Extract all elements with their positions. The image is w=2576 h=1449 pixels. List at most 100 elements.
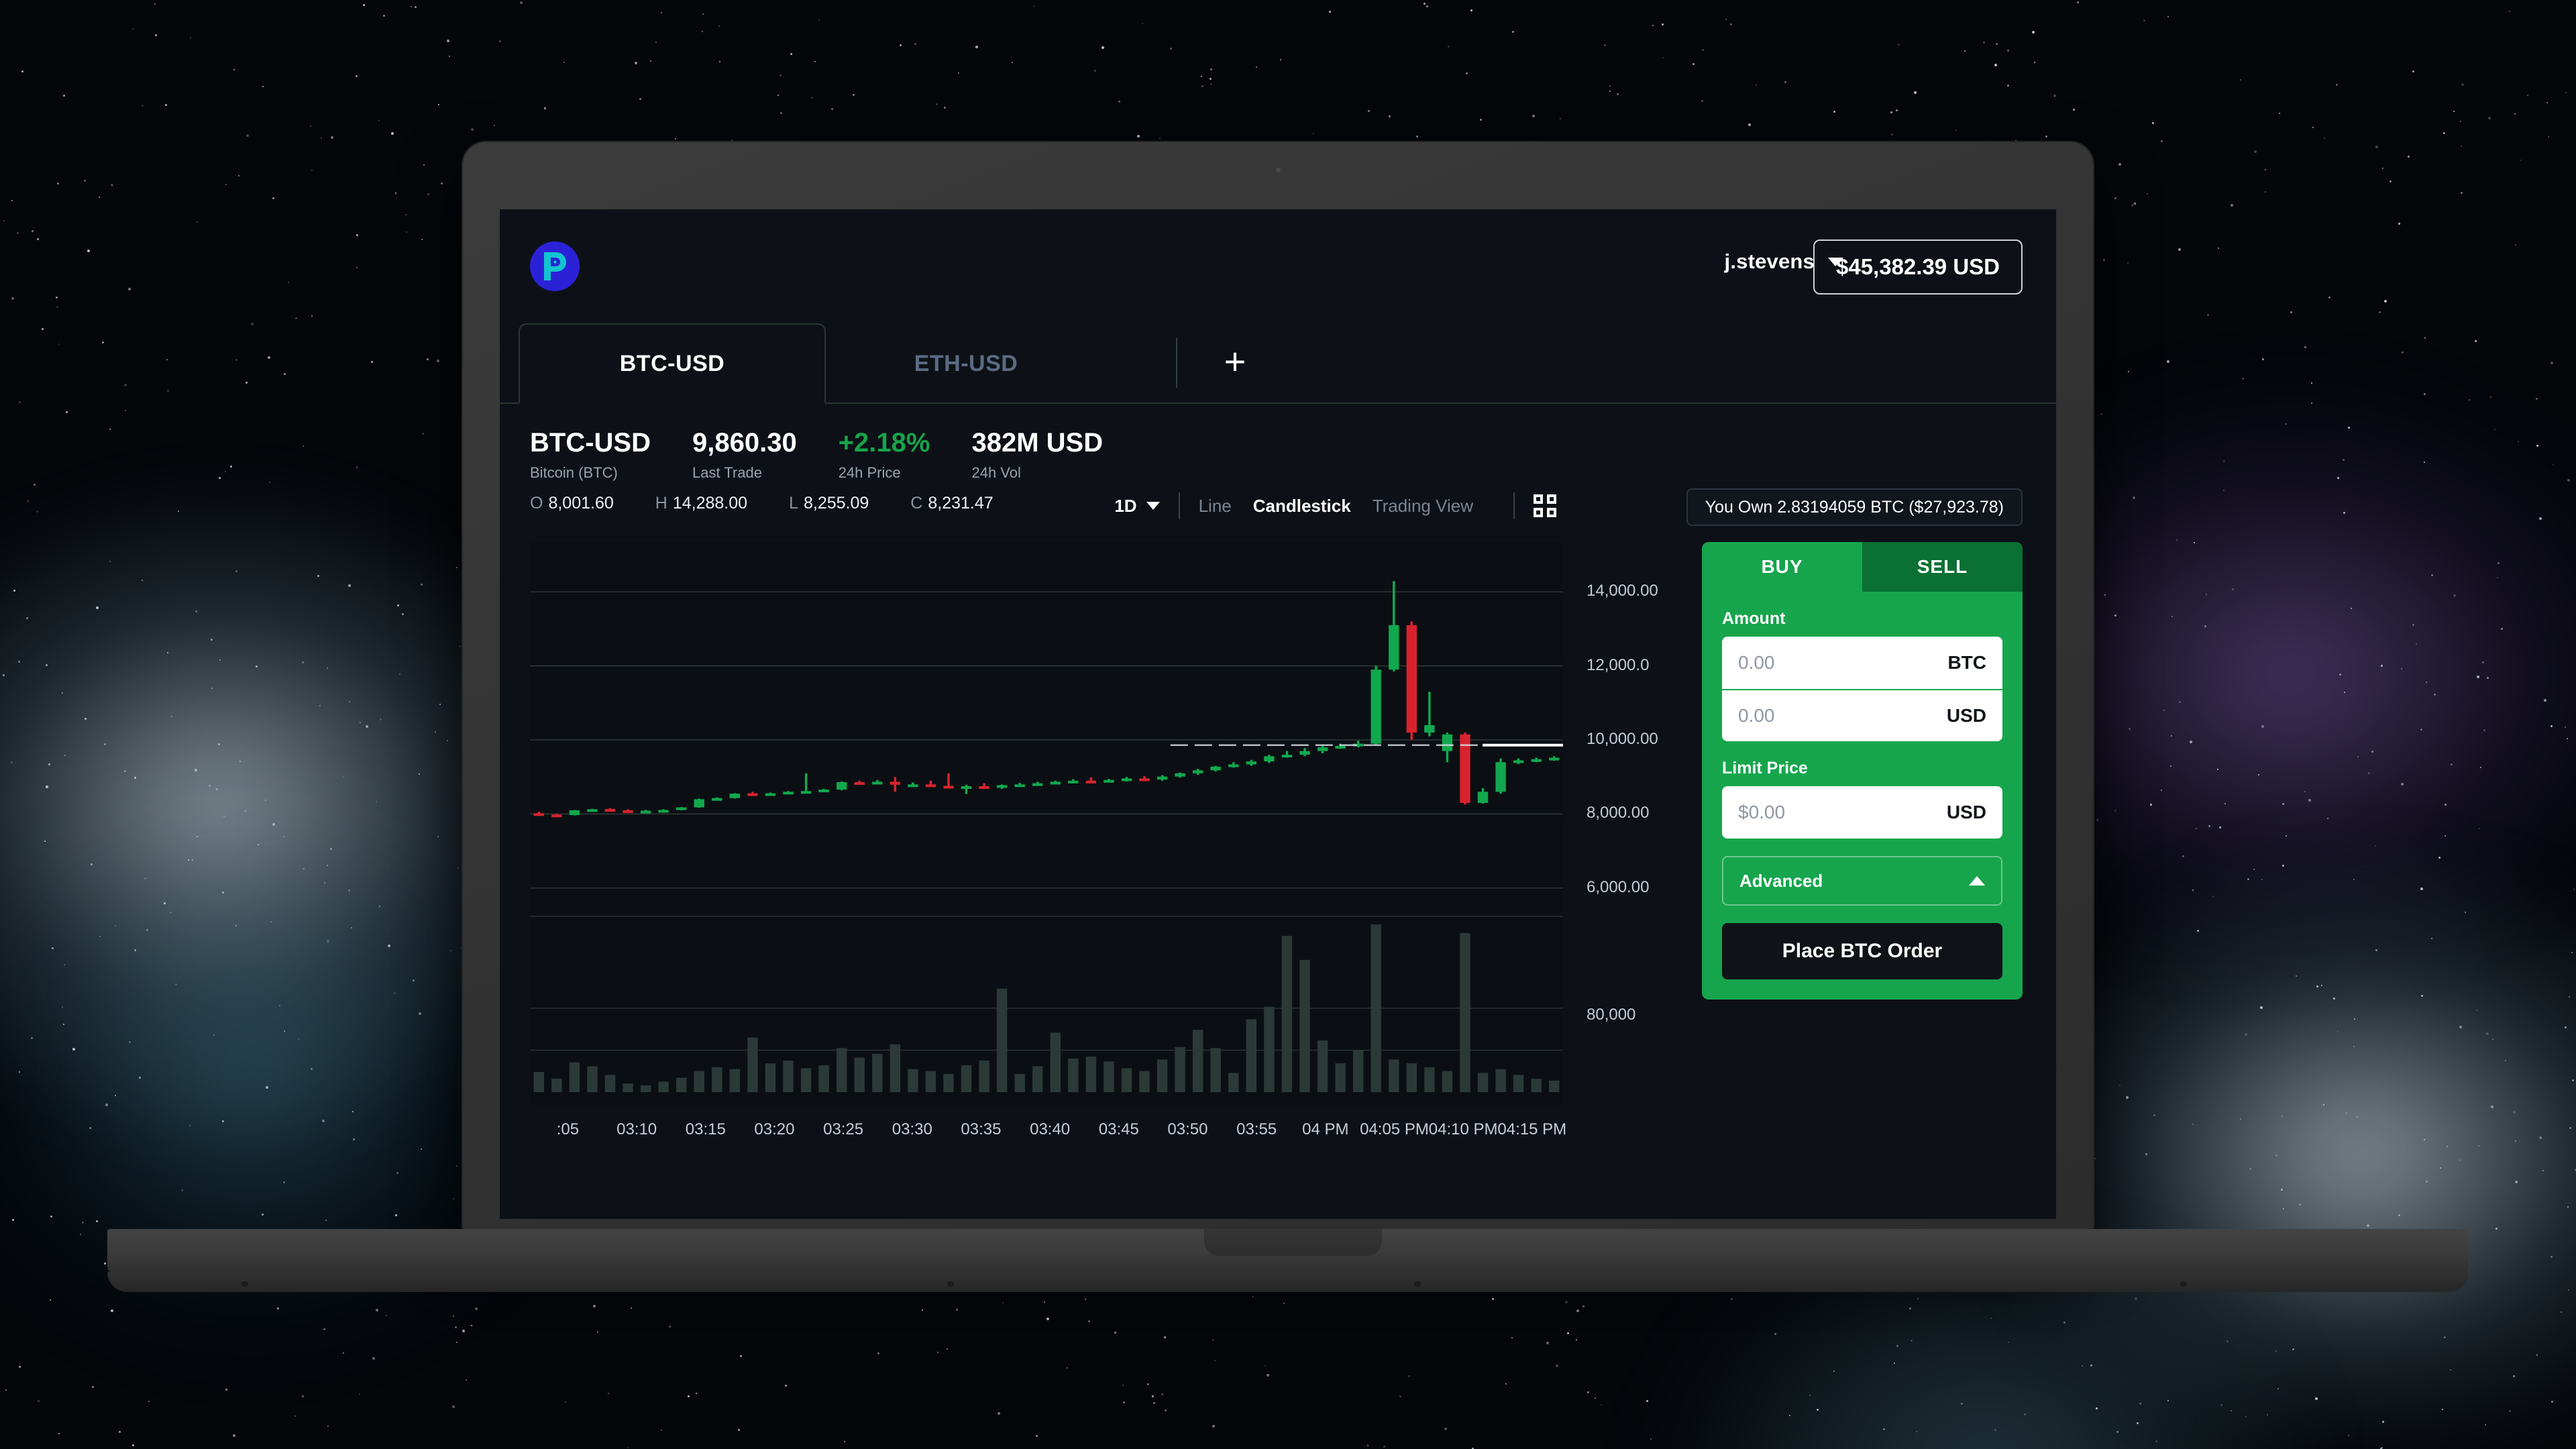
you-own-button[interactable]: You Own 2.83194059 BTC ($27,923.78)	[1686, 488, 2023, 526]
limit-price-input-group: $0.00 USD	[1722, 786, 2002, 839]
tab-eth-usd[interactable]: ETH-USD	[835, 323, 1097, 404]
amount-usd-input[interactable]: 0.00 USD	[1722, 689, 2002, 741]
limit-price-label: Limit Price	[1722, 759, 1808, 777]
amount-input-group: 0.00 BTC 0.00 USD	[1722, 637, 2002, 741]
ohlc-close: C 8,231.47	[910, 494, 993, 513]
timeframe-value: 1D	[1114, 495, 1137, 516]
scene: j.stevens $45,382.39 USD BTC-USD ETH-USD…	[0, 0, 2576, 1449]
x-axis-tick: 03:25	[823, 1120, 864, 1138]
y-axis-tick: 6,000.00	[1587, 877, 1650, 896]
amount-label: Amount	[1722, 609, 1786, 628]
x-axis-tick: 03:20	[754, 1120, 795, 1138]
x-axis-tick: 03:40	[1030, 1120, 1071, 1138]
amount-usd-unit: USD	[1946, 705, 1986, 726]
pattern-p-logo-icon	[530, 241, 580, 291]
limit-price-input[interactable]: $0.00 USD	[1722, 786, 2002, 839]
order-tabs: BUY SELL	[1702, 542, 2023, 592]
summary-pair-value: BTC-USD	[530, 428, 651, 458]
summary-24h-price-value: +2.18%	[838, 428, 930, 458]
x-axis-tick: 03:35	[961, 1120, 1002, 1138]
amount-btc-unit: BTC	[1947, 652, 1986, 673]
summary-24h-price-label: 24h Price	[838, 464, 901, 481]
chart-type-candlestick[interactable]: Candlestick	[1253, 496, 1351, 517]
volume-axis-tick: 80,000	[1587, 1005, 1636, 1024]
amount-usd-placeholder: 0.00	[1738, 705, 1775, 726]
x-axis-tick: 04:05 PM	[1360, 1120, 1429, 1138]
summary-pair-label: Bitcoin (BTC)	[530, 464, 618, 481]
chevron-down-icon	[1146, 502, 1160, 510]
laptop-foot	[947, 1281, 954, 1287]
summary-pair: BTC-USD Bitcoin (BTC)	[530, 428, 651, 483]
balance-button[interactable]: $45,382.39 USD	[1813, 239, 2023, 294]
x-axis-tick: 03:55	[1236, 1120, 1277, 1138]
laptop-foot	[1414, 1281, 1421, 1287]
summary-24h-vol-label: 24h Vol	[971, 464, 1021, 481]
summary-last-trade-value: 9,860.30	[692, 428, 797, 458]
order-tab-buy[interactable]: BUY	[1702, 542, 1862, 592]
ticker-summary: BTC-USD Bitcoin (BTC) 9,860.30 Last Trad…	[500, 404, 2056, 483]
ohlc-low-value: 8,255.09	[803, 494, 869, 513]
place-order-button[interactable]: Place BTC Order	[1722, 923, 2002, 979]
ohlc-high: H 14,288.00	[655, 494, 747, 513]
timeframe-select[interactable]: 1D	[1114, 495, 1160, 517]
ohlc-open-value: 8,001.60	[548, 494, 614, 513]
amount-btc-placeholder: 0.00	[1738, 652, 1775, 673]
chart-area: 14,000.00 12,000.0 10,000.00 8,000.00 6,000.…	[500, 535, 2056, 1213]
tabs-divider	[1176, 338, 1177, 388]
y-axis-tick: 8,000.00	[1587, 804, 1650, 822]
chart-svg	[530, 581, 1563, 1092]
summary-24h-vol: 382M USD 24h Vol	[971, 428, 1103, 483]
summary-24h-vol-value: 382M USD	[971, 428, 1104, 458]
fullscreen-icon[interactable]	[1534, 494, 1556, 517]
y-axis-tick: 10,000.00	[1587, 730, 1658, 749]
chart-type-line[interactable]: Line	[1199, 496, 1232, 517]
tab-btc-usd[interactable]: BTC-USD	[519, 323, 826, 404]
x-axis-tick: 03:45	[1098, 1120, 1139, 1138]
laptop-base-notch	[1204, 1229, 1382, 1256]
chevron-up-icon	[1969, 876, 1985, 885]
chart-controls: 1D Line Candlestick Trading View	[1114, 492, 1556, 519]
candlestick-chart[interactable]	[530, 542, 1563, 1106]
toolbar-divider-2	[1513, 492, 1515, 519]
x-axis-tick: 04:10 PM	[1428, 1120, 1498, 1138]
advanced-toggle[interactable]: Advanced	[1722, 856, 2002, 906]
ohlc-low-key: L	[789, 494, 798, 513]
summary-last-trade-label: Last Trade	[692, 464, 762, 481]
order-tab-sell[interactable]: SELL	[1862, 542, 2023, 592]
ohlc-open: O 8,001.60	[530, 494, 614, 513]
toolbar-divider-1	[1178, 492, 1180, 519]
chart-type-trading-view[interactable]: Trading View	[1373, 496, 1473, 517]
laptop-base-lip	[107, 1272, 2469, 1292]
chart-toolbar: O 8,001.60 H 14,288.00 L 8,255.09 C 8,231.47…	[500, 483, 2056, 535]
amount-btc-input[interactable]: 0.00 BTC	[1722, 637, 2002, 689]
chart-x-axis: :05 03:10 03:15 03:20 03:25 03:30 03:35 03:40 03…	[500, 1120, 1731, 1154]
ohlc-close-value: 8,231.47	[928, 494, 994, 513]
limit-price-unit: USD	[1946, 802, 1986, 822]
y-axis-tick: 14,000.00	[1587, 582, 1658, 600]
ohlc-close-key: C	[910, 494, 923, 513]
ohlc-low: L 8,255.09	[789, 494, 869, 513]
app-screen: j.stevens $45,382.39 USD BTC-USD ETH-USD…	[500, 209, 2056, 1219]
ohlc-readout: O 8,001.60 H 14,288.00 L 8,255.09 C 8,231.47	[530, 494, 994, 513]
app-header: j.stevens $45,382.39 USD	[500, 209, 2056, 323]
x-axis-tick: 03:15	[685, 1120, 726, 1138]
x-axis-tick: 04 PM	[1302, 1120, 1349, 1138]
y-axis-tick: 12,000.0	[1587, 655, 1650, 674]
ohlc-high-value: 14,288.00	[672, 494, 748, 513]
x-axis-tick: 04:15 PM	[1497, 1120, 1567, 1138]
x-axis-tick: :05	[556, 1120, 580, 1138]
summary-last-trade: 9,860.30 Last Trade	[692, 428, 797, 483]
laptop-foot	[2180, 1281, 2187, 1287]
ohlc-high-key: H	[655, 494, 667, 513]
x-axis-tick: 03:50	[1167, 1120, 1208, 1138]
market-tabs: BTC-USD ETH-USD +	[500, 323, 2056, 404]
laptop-foot	[241, 1281, 248, 1287]
account-name: j.stevens	[1724, 250, 1815, 273]
order-panel: BUY SELL Amount 0.00 BTC 0.00 USD Limit …	[1702, 542, 2023, 1000]
add-tab-icon[interactable]: +	[1211, 339, 1259, 386]
limit-price-placeholder: $0.00	[1738, 802, 1786, 822]
x-axis-tick: 03:30	[892, 1120, 932, 1138]
advanced-label: Advanced	[1739, 870, 1823, 891]
ohlc-open-key: O	[530, 494, 543, 513]
x-axis-tick: 03:10	[616, 1120, 657, 1138]
